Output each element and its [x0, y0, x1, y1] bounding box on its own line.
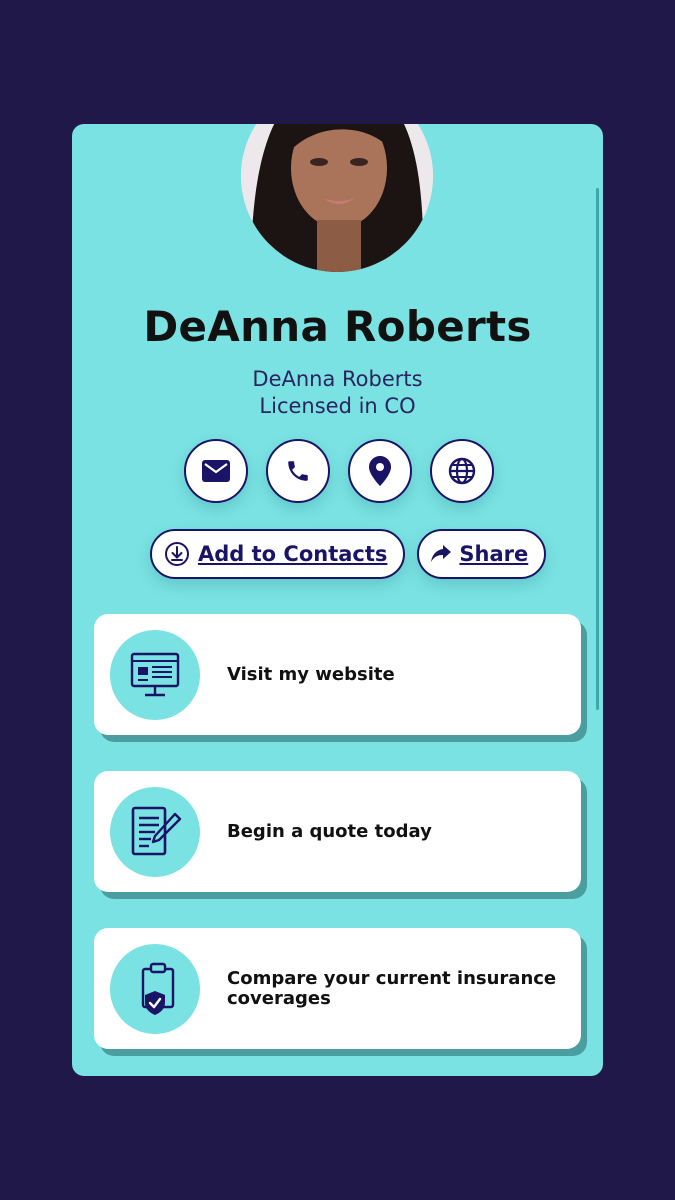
- globe-icon: [448, 457, 476, 485]
- contact-icon-row: [184, 439, 494, 507]
- action-button-row: Add to Contacts Share: [150, 529, 547, 581]
- link-label-quote: Begin a quote today: [227, 820, 432, 842]
- phone-button[interactable]: [266, 439, 330, 503]
- phone-icon: [288, 461, 308, 481]
- location-pin-icon: [369, 456, 391, 486]
- website-icon-circle: [110, 630, 200, 720]
- share-arrow-icon: [431, 545, 452, 562]
- link-card-quote[interactable]: Begin a quote today: [94, 771, 581, 892]
- mail-icon: [202, 460, 230, 482]
- quote-icon-circle: [110, 787, 200, 877]
- link-label-compare: Compare your current insurance coverages: [227, 967, 557, 1009]
- subtitle-line-license: Licensed in CO: [259, 394, 416, 418]
- link-card-website[interactable]: Visit my website: [94, 614, 581, 735]
- website-icon: [130, 652, 180, 697]
- profile-card: DeAnna Roberts DeAnna Roberts Licensed i…: [72, 124, 603, 1076]
- clipboard-shield-icon: [141, 962, 175, 1015]
- add-to-contacts-label: Add to Contacts: [198, 542, 388, 566]
- subtitle-line-name: DeAnna Roberts: [252, 367, 423, 391]
- share-button[interactable]: Share: [417, 529, 547, 579]
- share-label: Share: [459, 542, 529, 566]
- profile-subtitle: DeAnna Roberts Licensed in CO: [72, 366, 603, 420]
- add-to-contacts-button[interactable]: Add to Contacts: [150, 529, 406, 579]
- scrollbar[interactable]: [596, 188, 599, 710]
- download-icon: [165, 542, 189, 566]
- link-label-website: Visit my website: [227, 663, 395, 685]
- avatar: [241, 124, 433, 272]
- website-button[interactable]: [430, 439, 494, 503]
- document-edit-icon: [131, 806, 182, 856]
- email-button[interactable]: [184, 439, 248, 503]
- link-card-compare[interactable]: Compare your current insurance coverages: [94, 928, 581, 1049]
- compare-icon-circle: [110, 944, 200, 1034]
- location-button[interactable]: [348, 439, 412, 503]
- profile-name: DeAnna Roberts: [143, 302, 532, 351]
